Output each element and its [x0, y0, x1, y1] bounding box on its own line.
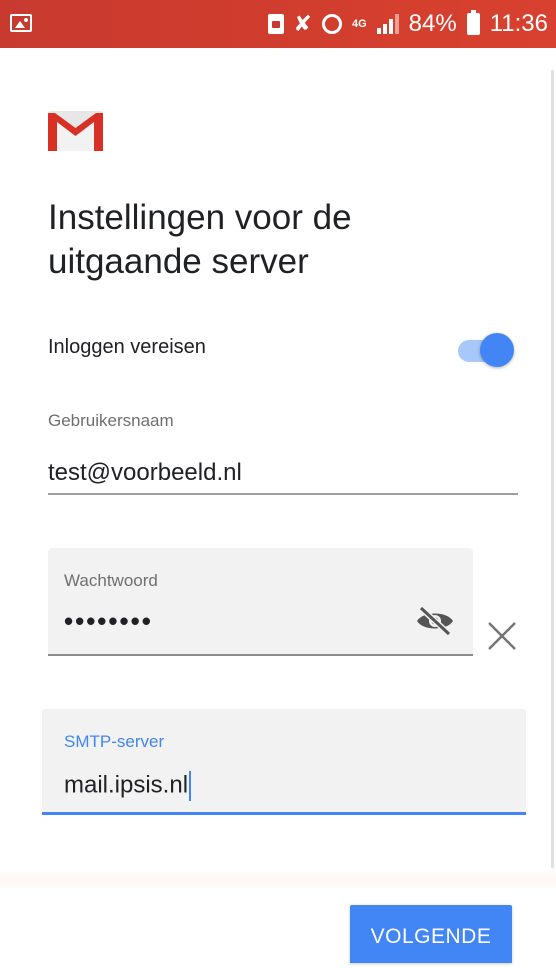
- login-required-label: Inloggen vereisen: [48, 336, 206, 358]
- page-title: Instellingen voor de uitgaande server: [48, 196, 508, 284]
- status-icons: ✘ 4G 84% 11:36: [267, 0, 548, 48]
- login-required-toggle[interactable]: [450, 332, 514, 367]
- username-label: Gebruikersnaam: [48, 411, 174, 430]
- close-icon[interactable]: [486, 620, 518, 652]
- network-type-label: 4G: [351, 17, 367, 30]
- page-title-line-2: uitgaande server: [48, 242, 309, 281]
- login-required-row: Inloggen vereisen: [48, 328, 518, 368]
- password-label: Wachtwoord: [64, 571, 158, 590]
- smtp-server-underline: [42, 812, 526, 815]
- mute-icon: ✘: [293, 11, 312, 36]
- password-underline: [48, 654, 473, 656]
- battery-percentage: 84%: [408, 10, 457, 37]
- bottom-divider: [0, 868, 556, 890]
- status-bar: ✘ 4G 84% 11:36: [0, 0, 556, 48]
- text-cursor: [189, 771, 192, 801]
- username-value[interactable]: test@voorbeeld.nl: [48, 459, 242, 487]
- smtp-server-value: mail.ipsis.nl: [64, 771, 189, 799]
- signal-icon: [376, 14, 399, 34]
- smtp-server-field[interactable]: SMTP-server mail.ipsis.nl: [42, 709, 526, 815]
- username-field[interactable]: Gebruikersnaam test@voorbeeld.nl: [48, 405, 518, 495]
- alarm-icon: [321, 14, 342, 34]
- smtp-server-label: SMTP-server: [64, 732, 165, 751]
- username-underline: [48, 493, 518, 495]
- clock: 11:36: [489, 10, 548, 37]
- scrollbar[interactable]: [551, 70, 554, 890]
- sim-card-icon: [267, 14, 284, 34]
- smtp-server-input[interactable]: mail.ipsis.nl: [64, 771, 192, 801]
- page-title-line-1: Instellingen voor de: [48, 198, 352, 237]
- eye-off-icon[interactable]: [415, 606, 455, 636]
- gmail-logo: [48, 111, 103, 151]
- next-button[interactable]: VOLGENDE: [350, 905, 512, 963]
- battery-icon: [466, 10, 480, 35]
- gallery-notification-icon: [10, 14, 32, 32]
- toggle-thumb: [480, 333, 514, 367]
- password-field[interactable]: Wachtwoord ••••••••: [48, 548, 473, 656]
- password-value[interactable]: ••••••••: [64, 606, 153, 637]
